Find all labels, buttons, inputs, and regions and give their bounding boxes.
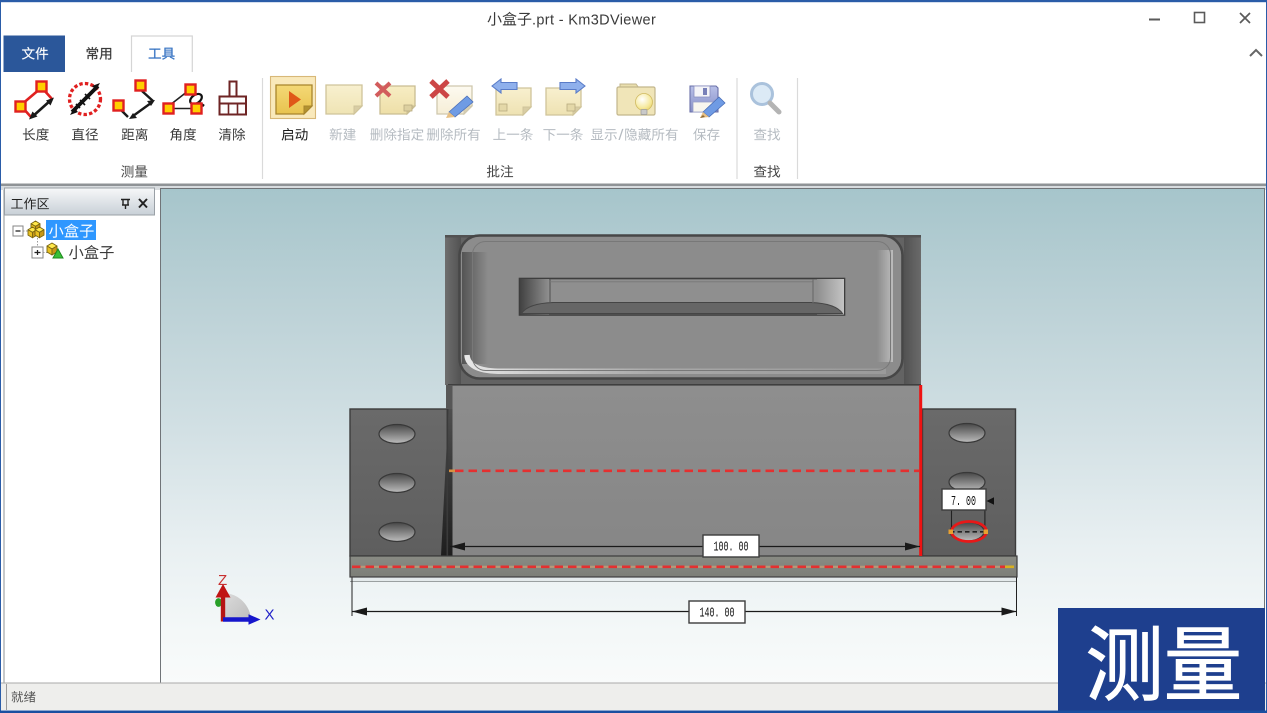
svg-text:X: X <box>265 607 275 624</box>
svg-text:140. 00: 140. 00 <box>700 607 735 622</box>
svg-text:.prt - Km3DViewer: .prt - Km3DViewer <box>532 13 656 29</box>
svg-text:100. 00: 100. 00 <box>714 541 749 556</box>
svg-text:Z: Z <box>218 572 227 589</box>
svg-text:7. 00: 7. 00 <box>951 495 976 510</box>
